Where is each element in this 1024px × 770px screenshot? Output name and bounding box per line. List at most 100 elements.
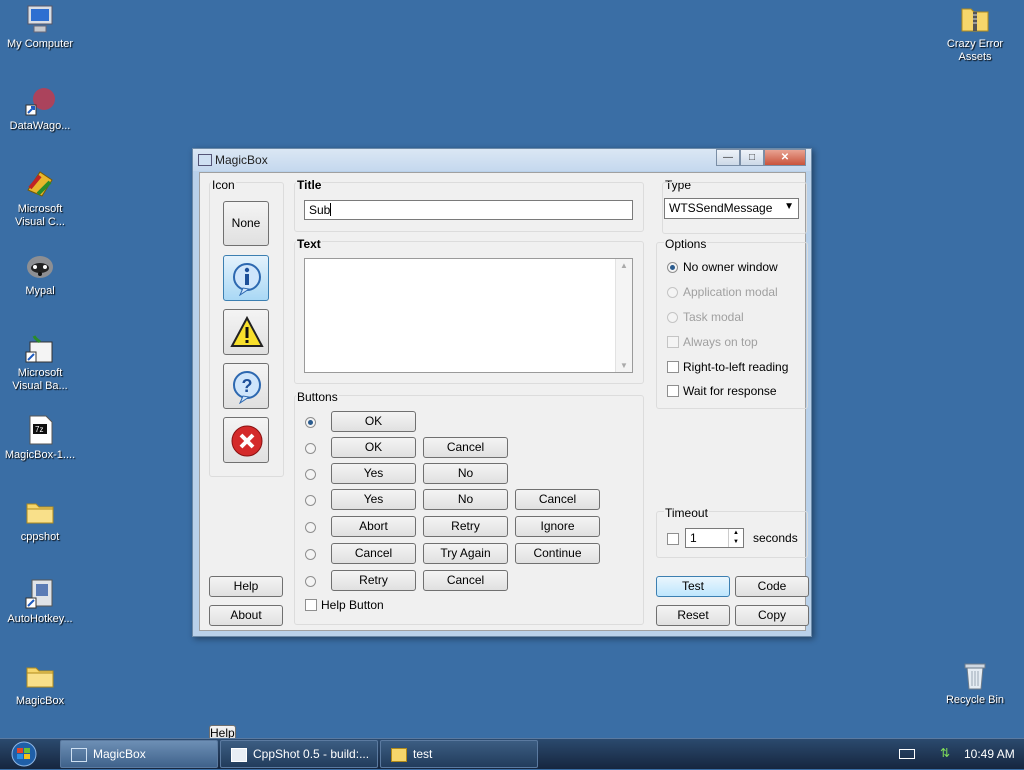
code-button[interactable]: Code (735, 576, 809, 597)
desktop-icon-label: MagicBox-1.... (4, 449, 76, 461)
title-input[interactable]: Sub (304, 200, 633, 220)
right-to-left-checkbox[interactable] (667, 361, 679, 373)
always-on-top-checkbox (667, 336, 679, 348)
clock[interactable]: 10:49 AM (964, 747, 1015, 761)
desktop-icon-crazy-error-assets[interactable]: Crazy Error Assets (937, 3, 1013, 64)
type-dropdown[interactable]: WTSSendMessage ▼ (664, 198, 799, 219)
desktop-icon-visual-c[interactable]: Microsoft Visual C... (2, 168, 78, 229)
type-dropdown-value: WTSSendMessage (669, 201, 773, 215)
task-modal-radio (667, 312, 678, 323)
help-button-checkbox-label: Help Button (321, 598, 384, 612)
timeout-input[interactable]: 1 ▲ ▼ (685, 528, 744, 548)
icon-warning-button[interactable] (223, 309, 269, 355)
icon-none-button[interactable]: None (223, 201, 269, 246)
buttons-label: Buttons (296, 390, 339, 404)
button-preview[interactable]: Try Again (423, 543, 508, 564)
spin-down-icon[interactable]: ▼ (728, 538, 743, 547)
button-preview[interactable]: No (423, 463, 508, 484)
taskbar-item-test[interactable]: test (380, 740, 538, 768)
button-preview[interactable]: Retry (423, 516, 508, 537)
scroll-down-icon[interactable]: ▼ (620, 361, 628, 370)
desktop-icon-visual-basic[interactable]: Microsoft Visual Ba... (2, 332, 78, 393)
desktop-icon-cppshot[interactable]: cppshot (2, 496, 78, 544)
minimize-button[interactable]: — (716, 149, 740, 166)
no-owner-window-label: No owner window (683, 260, 778, 274)
windows-logo-icon (11, 741, 37, 767)
close-button[interactable]: ✕ (764, 149, 806, 166)
help-button[interactable]: Help (209, 576, 283, 597)
window-icon (198, 154, 212, 166)
timeout-value: 1 (690, 531, 697, 545)
desktop-icon-my-computer[interactable]: My Computer (2, 3, 78, 51)
copy-button[interactable]: Copy (735, 605, 809, 626)
desktop-icon-label: Mypal (25, 285, 55, 297)
help-button-checkbox[interactable] (305, 599, 317, 611)
keyboard-icon[interactable] (899, 749, 915, 759)
button-preview[interactable]: Cancel (515, 489, 600, 510)
about-button[interactable]: About (209, 605, 283, 626)
button-preview[interactable]: Ignore (515, 516, 600, 537)
desktop-icon-magicbox-folder[interactable]: MagicBox (2, 660, 78, 708)
spin-up-icon[interactable]: ▲ (728, 529, 743, 538)
maximize-button[interactable]: □ (740, 149, 764, 166)
button-preview[interactable]: Continue (515, 543, 600, 564)
buttons-row-radio[interactable] (305, 495, 316, 506)
desktop-icon-recycle-bin[interactable]: Recycle Bin (937, 659, 1013, 707)
chevron-down-icon: ▼ (784, 201, 794, 212)
buttons-row-radio[interactable] (305, 549, 316, 560)
buttons-row-radio[interactable] (305, 417, 316, 428)
icon-question-button[interactable]: ? (223, 363, 269, 409)
text-area[interactable]: ▲ ▼ (304, 258, 633, 373)
start-button[interactable] (6, 741, 42, 767)
computer-icon (24, 3, 56, 35)
desktop-icon-mypal[interactable]: Mypal (2, 250, 78, 298)
desktop-icon-label: My Computer (6, 38, 74, 50)
taskbar-item-cppshot[interactable]: CppShot 0.5 - build:... (220, 740, 378, 768)
button-preview[interactable]: Yes (331, 463, 416, 484)
text-area-scrollbar[interactable]: ▲ ▼ (615, 259, 632, 372)
window-icon (231, 748, 247, 762)
visual-c-icon (24, 168, 56, 200)
task-modal-label: Task modal (683, 310, 744, 324)
timeout-unit: seconds (753, 531, 798, 545)
button-preview[interactable]: Retry (331, 570, 416, 591)
window-icon (71, 748, 87, 762)
wait-for-response-checkbox[interactable] (667, 385, 679, 397)
buttons-row-radio[interactable] (305, 576, 316, 587)
reset-button[interactable]: Reset (656, 605, 730, 626)
network-icon[interactable]: ⇅ (940, 746, 954, 760)
no-owner-window-radio[interactable] (667, 262, 678, 273)
autohotkey-icon (24, 578, 56, 610)
desktop-icon-label: DataWago... (9, 120, 71, 132)
buttons-row-radio[interactable] (305, 522, 316, 533)
button-preview[interactable]: Cancel (423, 437, 508, 458)
window-titlebar[interactable]: MagicBox — □ ✕ (193, 149, 811, 171)
options-label: Options (664, 237, 708, 251)
button-preview[interactable]: No (423, 489, 508, 510)
icon-error-button[interactable] (223, 417, 269, 463)
taskbar-item-magicbox[interactable]: MagicBox (60, 740, 218, 768)
taskbar: MagicBox CppShot 0.5 - build:... test ⇅ … (0, 738, 1024, 769)
buttons-row-radio[interactable] (305, 469, 316, 480)
desktop-icon-autohotkey[interactable]: AutoHotkey... (2, 578, 78, 626)
test-button[interactable]: Test (656, 576, 730, 597)
button-preview[interactable]: OK (331, 437, 416, 458)
recycle-bin-icon (959, 659, 991, 691)
timeout-checkbox[interactable] (667, 533, 679, 545)
application-modal-label: Application modal (683, 285, 778, 299)
desktop-icon-datawagon[interactable]: DataWago... (2, 85, 78, 133)
folder-icon (391, 748, 407, 762)
scroll-up-icon[interactable]: ▲ (620, 261, 628, 270)
button-preview[interactable]: Cancel (423, 570, 508, 591)
window-client-area: Icon None ? Help Title Sub Text ▲ ▼ Butt… (199, 172, 809, 741)
icon-information-button[interactable] (223, 255, 269, 301)
folder-icon (24, 660, 56, 692)
button-preview[interactable]: OK (331, 411, 416, 432)
desktop-icon-label: Recycle Bin (945, 694, 1005, 706)
button-preview[interactable]: Cancel (331, 543, 416, 564)
text-label: Text (296, 237, 322, 251)
buttons-row-radio[interactable] (305, 443, 316, 454)
button-preview[interactable]: Abort (331, 516, 416, 537)
desktop-icon-magicbox-archive[interactable]: 7z MagicBox-1.... (2, 414, 78, 462)
button-preview[interactable]: Yes (331, 489, 416, 510)
